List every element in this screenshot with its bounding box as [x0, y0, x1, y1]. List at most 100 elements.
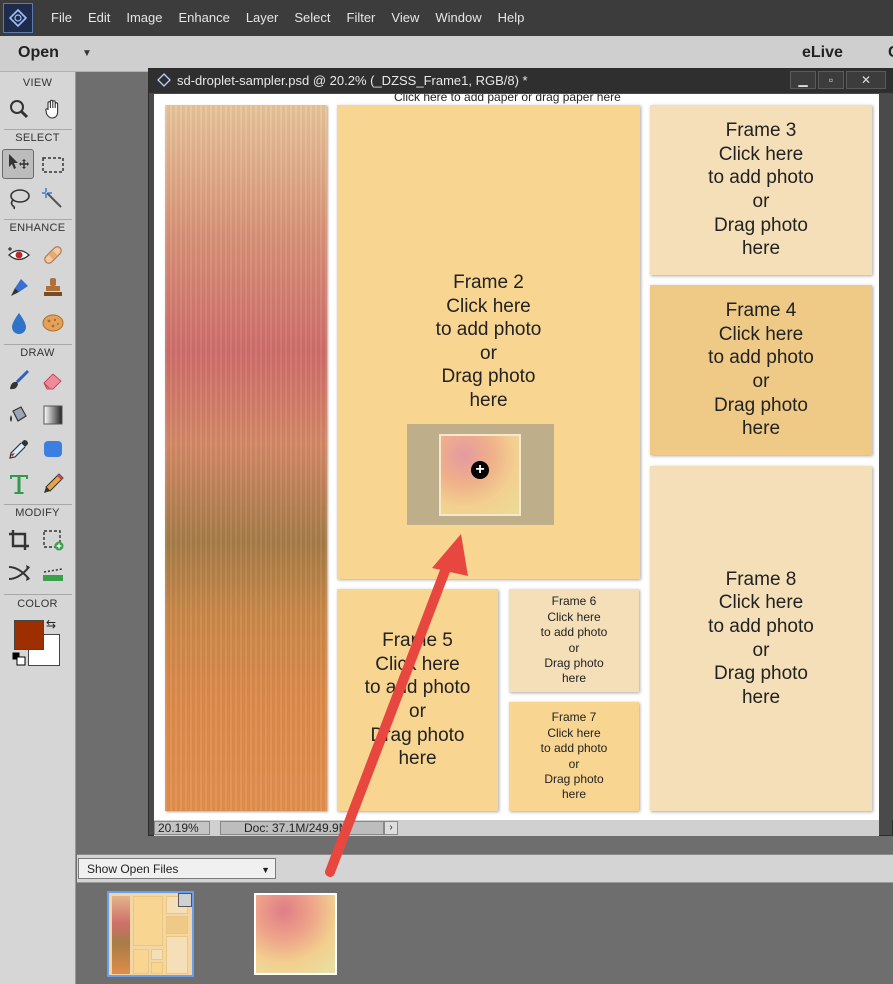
frame-3-line: Drag photo	[713, 214, 808, 236]
document-window: sd-droplet-sampler.psd @ 20.2% (_DZSS_Fr…	[148, 68, 893, 836]
thumbnail-detail	[151, 962, 163, 974]
thumbnail-detail	[166, 916, 188, 934]
sponge-icon[interactable]	[37, 308, 69, 338]
frame-5-line: Drag photo	[370, 724, 465, 746]
menu-file[interactable]: File	[43, 0, 80, 36]
frame-3-title: Frame 3	[725, 120, 797, 142]
spot-healing-icon[interactable]	[37, 240, 69, 270]
menu-window[interactable]: Window	[427, 0, 489, 36]
frame-7-title: Frame 7	[551, 710, 597, 725]
type-icon[interactable]	[3, 469, 35, 499]
minimize-icon[interactable]: ▁	[790, 71, 816, 89]
eyedropper-icon[interactable]	[3, 434, 35, 464]
lasso-icon[interactable]	[3, 184, 35, 214]
swap-colors-icon[interactable]: ⇆	[46, 617, 56, 631]
crop-icon[interactable]	[3, 525, 35, 555]
add-cursor-icon: +	[471, 461, 489, 479]
thumbnail-detail	[133, 896, 163, 946]
truncated-tab[interactable]: C	[888, 44, 893, 62]
section-label-view: VIEW	[22, 77, 53, 89]
default-colors-icon[interactable]	[12, 652, 26, 666]
shape-icon[interactable]	[37, 434, 69, 464]
frame-8-line: Click here	[718, 592, 804, 614]
frame-8[interactable]: Frame 8 Click here to add photo or Drag …	[650, 466, 872, 811]
frame-6-line: to add photo	[540, 625, 608, 640]
marquee-icon[interactable]	[37, 150, 69, 180]
thumbnail-detail	[112, 896, 130, 974]
frame-3-line: here	[741, 238, 781, 260]
app-window: File Edit Image Enhance Layer Select Fil…	[0, 0, 893, 984]
frame-3[interactable]: Frame 3 Click here to add photo or Drag …	[650, 105, 872, 275]
content-aware-move-icon[interactable]	[3, 558, 35, 588]
pencil-icon[interactable]	[37, 469, 69, 499]
frame-6-line: here	[561, 671, 587, 686]
menu-help[interactable]: Help	[490, 0, 533, 36]
document-icon	[157, 73, 171, 87]
red-eye-icon[interactable]	[3, 240, 35, 270]
frame-2-title: Frame 2	[453, 272, 524, 293]
brush-icon[interactable]	[3, 365, 35, 395]
frame-8-title: Frame 8	[725, 568, 797, 590]
open-file-thumbnail-photo[interactable]	[254, 893, 337, 975]
open-file-thumbnail-layout[interactable]	[107, 891, 194, 977]
frame-6[interactable]: Frame 6 Click here to add photo or Drag …	[509, 589, 639, 692]
straighten-icon[interactable]	[37, 558, 69, 588]
gradient-icon[interactable]	[37, 400, 69, 430]
menu-image[interactable]: Image	[118, 0, 170, 36]
section-label-select: SELECT	[15, 132, 60, 144]
open-dropdown-icon[interactable]: ▼	[82, 48, 92, 59]
menu-select[interactable]: Select	[286, 0, 338, 36]
close-icon[interactable]: ✕	[846, 71, 886, 89]
frame-4-line: or	[752, 371, 770, 392]
status-bar: 20.19% Doc: 37.1M/249.9M ›	[154, 820, 879, 836]
thumbnail-detail	[151, 949, 163, 960]
move-icon[interactable]	[2, 149, 34, 179]
menu-view[interactable]: View	[383, 0, 427, 36]
app-logo-icon	[3, 3, 33, 33]
document-title-bar[interactable]: sd-droplet-sampler.psd @ 20.2% (_DZSS_Fr…	[149, 69, 893, 93]
frame-4-line: Click here	[718, 323, 804, 345]
frame-7-line: Click here	[547, 725, 601, 740]
open-button[interactable]: Open	[18, 44, 59, 62]
thumbnail-detail	[133, 949, 149, 974]
tools-panel: VIEW SELECT ENHANCE DRAW MODIFY COLOR ⇆	[0, 72, 76, 984]
paint-bucket-icon[interactable]	[3, 400, 35, 430]
frame-5[interactable]: Frame 5 Click here to add photo or Drag …	[337, 589, 498, 811]
status-menu-arrow-icon[interactable]: ›	[384, 821, 398, 835]
frame-7-line: here	[561, 787, 587, 802]
vertical-scrollbar[interactable]	[880, 94, 893, 820]
section-label-modify: MODIFY	[15, 507, 60, 519]
menu-layer[interactable]: Layer	[238, 0, 287, 36]
frame-2-line: to add photo	[435, 319, 542, 341]
show-open-files-dropdown[interactable]: Show Open Files ▼	[78, 858, 276, 879]
menu-edit[interactable]: Edit	[80, 0, 118, 36]
smart-brush-icon[interactable]	[3, 273, 35, 303]
frame-4[interactable]: Frame 4 Click here to add photo or Drag …	[650, 285, 872, 455]
frame-4-line: here	[741, 418, 781, 440]
frame-3-line: or	[752, 191, 770, 212]
frame-4-title: Frame 4	[725, 300, 797, 322]
frame-7[interactable]: Frame 7 Click here to add photo or Drag …	[509, 702, 639, 811]
frame-2-line: or	[480, 342, 497, 364]
frame-7-line: Drag photo	[544, 771, 604, 786]
blur-icon[interactable]	[3, 308, 35, 338]
elive-tab[interactable]: eLive	[802, 44, 843, 62]
recompose-icon[interactable]	[37, 525, 69, 555]
menu-filter[interactable]: Filter	[339, 0, 384, 36]
frame-4-line: Drag photo	[713, 394, 808, 416]
canvas[interactable]: Click here to add paper or drag paper he…	[154, 94, 879, 820]
hand-icon[interactable]	[37, 94, 69, 124]
paper-frame[interactable]	[165, 105, 327, 811]
frame-8-line: to add photo	[708, 615, 814, 637]
restore-icon[interactable]: ▫	[818, 71, 844, 89]
zoom-level-field[interactable]: 20.19%	[154, 821, 210, 835]
eraser-icon[interactable]	[37, 365, 69, 395]
foreground-color-swatch[interactable]	[14, 620, 44, 650]
zoom-icon[interactable]	[3, 94, 35, 124]
drag-drop-preview: +	[407, 424, 554, 525]
clone-stamp-icon[interactable]	[37, 273, 69, 303]
paper-drop-hint[interactable]: Click here to add paper or drag paper he…	[394, 94, 621, 104]
magic-wand-icon[interactable]	[37, 184, 69, 214]
frame-5-line: or	[409, 701, 426, 722]
menu-enhance[interactable]: Enhance	[171, 0, 238, 36]
